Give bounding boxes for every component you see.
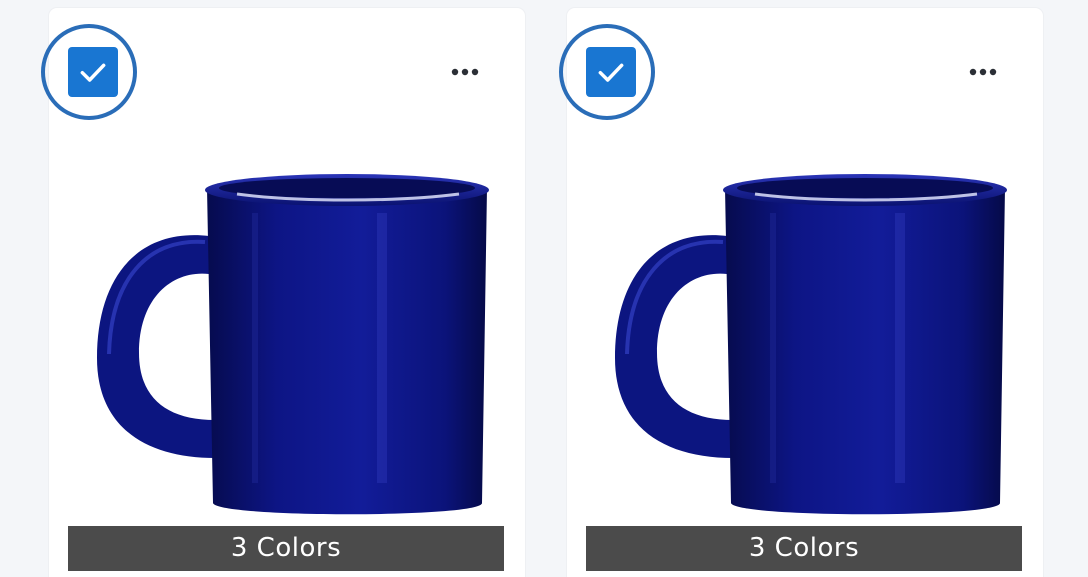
more-horizontal-icon [969,68,997,76]
more-options-button[interactable] [963,62,1003,82]
mug-illustration [615,174,1007,515]
more-horizontal-icon [451,68,479,76]
select-checkbox[interactable] [68,47,118,97]
product-card[interactable]: 3 Colors [559,8,1043,577]
product-card[interactable]: 3 Colors [41,8,525,577]
colors-count-label: 3 Colors [586,526,1022,571]
more-options-button[interactable] [445,62,485,82]
mug-image[interactable] [77,158,497,528]
product-grid: 3 Colors 3 Colors [0,0,1088,577]
check-icon [80,63,106,82]
select-checkbox[interactable] [586,47,636,97]
mug-image[interactable] [595,158,1015,528]
colors-count-label: 3 Colors [68,526,504,571]
check-icon [598,63,624,82]
mug-illustration [97,174,489,515]
